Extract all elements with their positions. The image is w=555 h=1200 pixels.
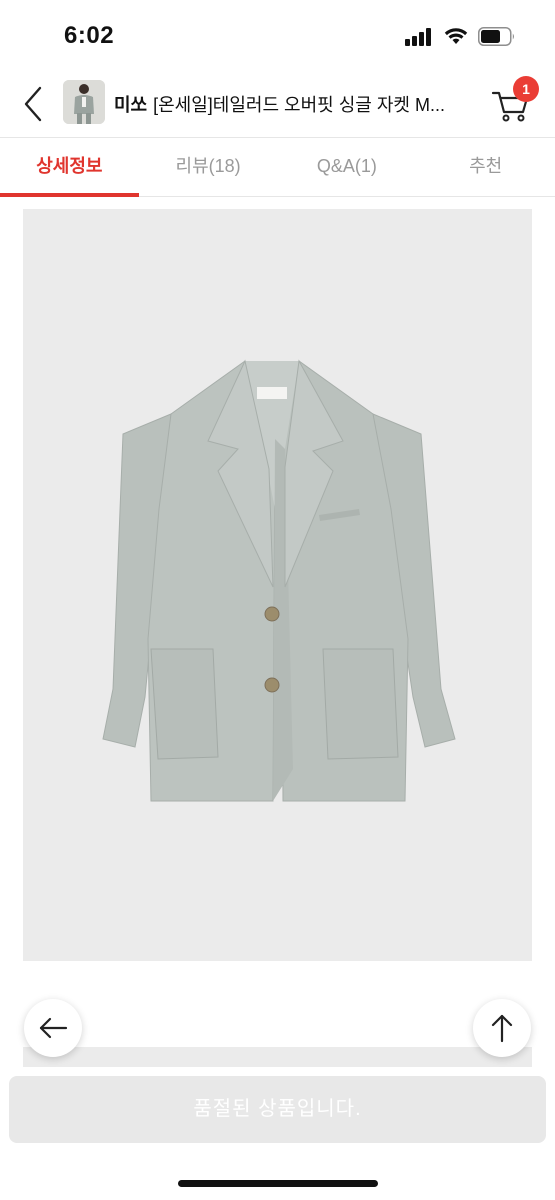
image-bottom-strip bbox=[23, 1047, 532, 1067]
tab-recommend[interactable]: 추천 bbox=[416, 138, 555, 196]
brand-name: 미쏘 bbox=[114, 95, 148, 115]
arrow-left-icon bbox=[39, 1017, 68, 1039]
status-bar: 6:02 bbox=[0, 0, 555, 70]
product-tabs: 상세정보 리뷰(18) Q&A(1) 추천 bbox=[0, 138, 555, 197]
battery-icon bbox=[478, 27, 514, 46]
tab-qna[interactable]: Q&A(1) bbox=[278, 138, 417, 196]
product-header: 미쏘 [온세일]테일러드 오버핏 싱글 자켓 M... 1 bbox=[0, 70, 555, 138]
product-thumbnail[interactable] bbox=[63, 80, 105, 124]
cellular-signal-icon bbox=[405, 28, 435, 46]
wifi-icon bbox=[444, 28, 468, 44]
previous-button[interactable] bbox=[24, 999, 82, 1057]
product-image bbox=[23, 209, 532, 961]
product-title: 미쏘 [온세일]테일러드 오버핏 싱글 자켓 M... bbox=[114, 91, 474, 117]
tab-reviews[interactable]: 리뷰(18) bbox=[139, 138, 278, 196]
arrow-up-icon bbox=[491, 1014, 513, 1043]
jacket-illustration bbox=[102, 359, 456, 802]
back-arrow-icon[interactable] bbox=[18, 84, 50, 124]
home-indicator bbox=[178, 1180, 378, 1187]
cart-count-badge: 1 bbox=[513, 76, 539, 102]
product-name: [온세일]테일러드 오버핏 싱글 자켓 M... bbox=[153, 95, 445, 115]
soldout-button[interactable]: 품절된 상품입니다. bbox=[9, 1076, 546, 1143]
tab-detail-info[interactable]: 상세정보 bbox=[0, 138, 139, 197]
status-time: 6:02 bbox=[64, 22, 115, 49]
scroll-to-top-button[interactable] bbox=[473, 999, 531, 1057]
